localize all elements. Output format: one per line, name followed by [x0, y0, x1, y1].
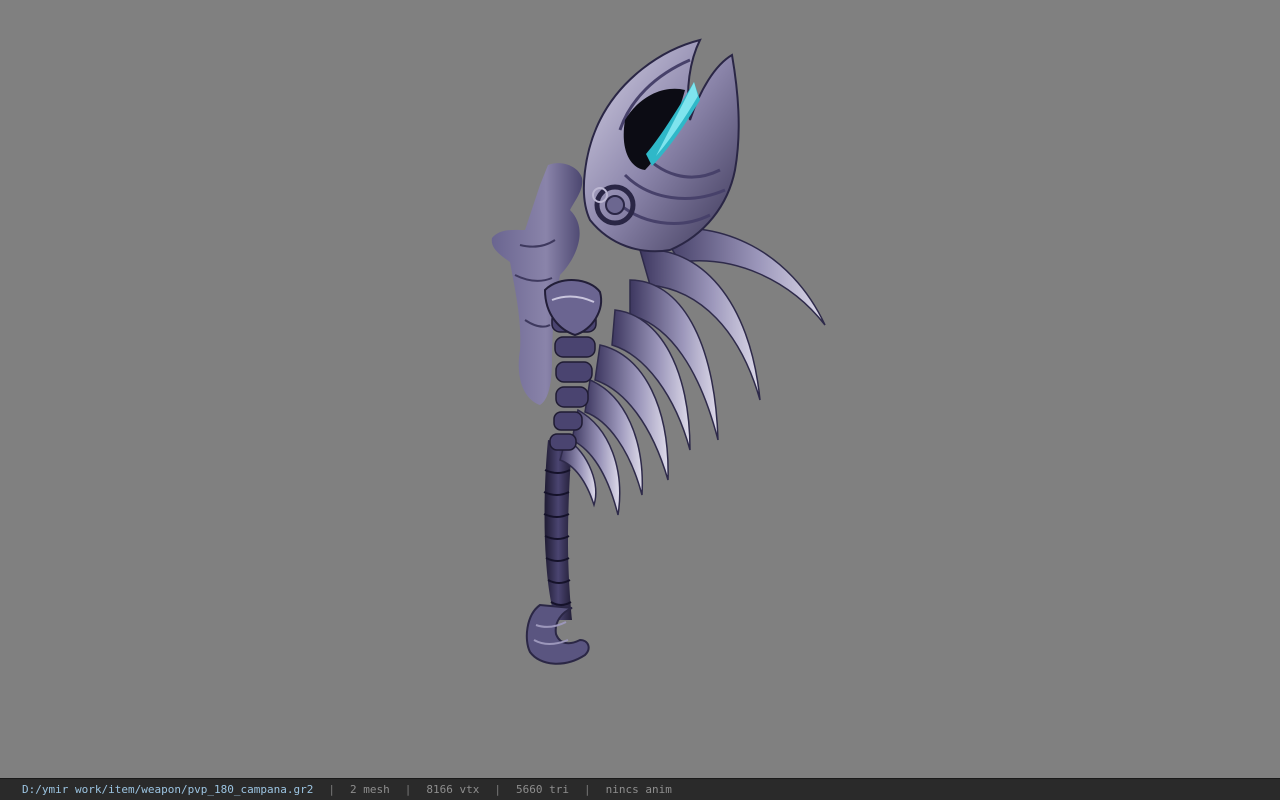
model-claws	[559, 227, 826, 516]
file-path: D:/ymir work/item/weapon/pvp_180_campana…	[22, 783, 314, 796]
separator: |	[328, 783, 336, 796]
status-bar: D:/ymir work/item/weapon/pvp_180_campana…	[0, 778, 1280, 800]
3d-viewport[interactable]	[0, 0, 1280, 778]
mesh-count: 2 mesh	[350, 783, 390, 796]
model-blade	[582, 38, 740, 253]
animation-status: nincs anim	[605, 783, 672, 796]
vertex-count: 8166 vtx	[426, 783, 480, 796]
triangle-count: 5660 tri	[516, 783, 569, 796]
weapon-model-icon[interactable]	[0, 0, 1280, 778]
separator: |	[404, 783, 412, 796]
separator: |	[584, 783, 591, 796]
separator: |	[494, 783, 502, 796]
